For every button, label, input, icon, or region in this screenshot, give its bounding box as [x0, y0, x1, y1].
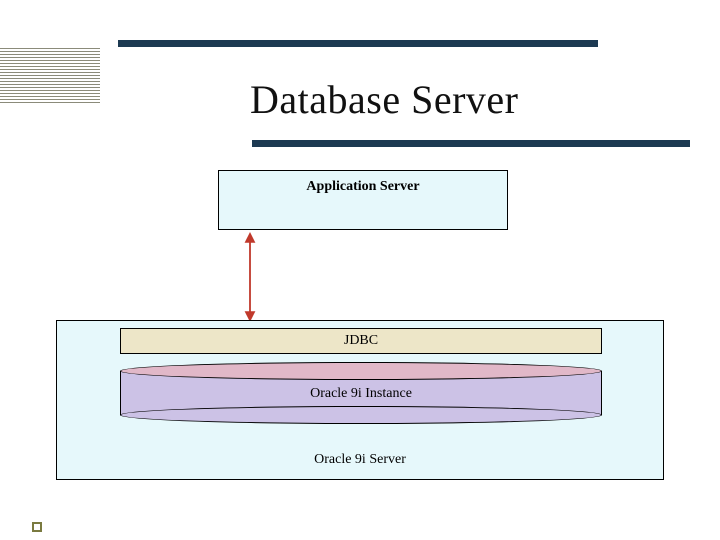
- oracle-instance-cylinder: Oracle 9i Instance: [120, 362, 602, 422]
- oracle-instance-label: Oracle 9i Instance: [120, 386, 602, 402]
- oracle-server-label: Oracle 9i Server: [56, 452, 664, 468]
- cylinder-top: [120, 362, 602, 380]
- separator-top: [118, 40, 598, 47]
- slide-title: Database Server: [250, 76, 518, 123]
- jdbc-label: JDBC: [344, 333, 378, 348]
- jdbc-box: JDBC: [120, 328, 602, 354]
- application-server-label: Application Server: [306, 179, 419, 194]
- bullet-square-icon: [32, 522, 42, 532]
- decorative-stripes: [0, 48, 100, 104]
- cylinder-bottom: [120, 406, 602, 424]
- bidirectional-arrow-icon: [240, 232, 260, 322]
- separator-under-title: [252, 140, 690, 147]
- application-server-box: Application Server: [218, 170, 508, 230]
